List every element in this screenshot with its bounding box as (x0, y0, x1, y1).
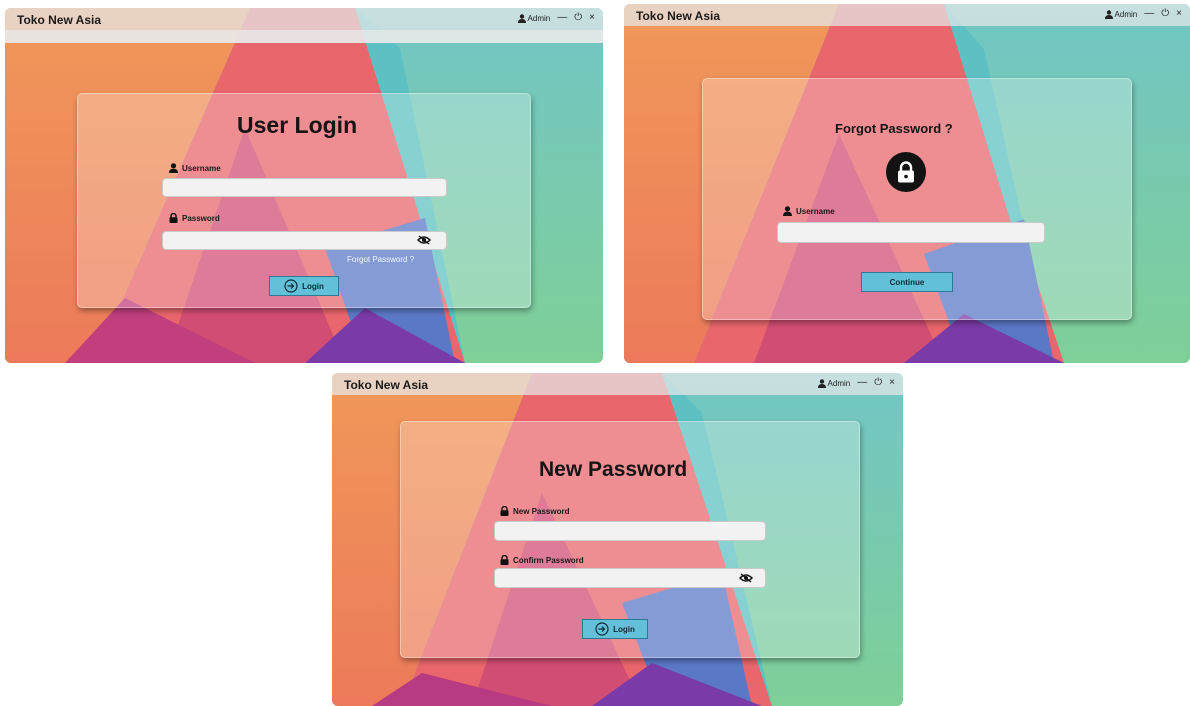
username-input[interactable] (777, 222, 1045, 243)
username-label-text: Username (796, 206, 835, 216)
admin-label: Admin (1114, 9, 1138, 19)
username-label: Username (169, 163, 221, 173)
continue-button-label: Continue (889, 277, 925, 287)
app-title: Toko New Asia (17, 13, 102, 27)
password-input[interactable] (162, 231, 447, 250)
power-icon[interactable]: ⏻ (1161, 9, 1169, 19)
admin-menu[interactable]: Admin (817, 378, 851, 388)
username-label: Username (783, 206, 835, 216)
power-icon[interactable]: ⏻ (874, 378, 882, 388)
user-icon (517, 13, 526, 23)
eye-slash-icon[interactable] (417, 235, 431, 245)
continue-button[interactable]: Continue (861, 272, 953, 292)
power-icon[interactable]: ⏻ (574, 13, 582, 23)
app-title: Toko New Asia (636, 9, 721, 23)
page-title: User Login (237, 112, 358, 138)
new-password-label-text: New Password (513, 506, 570, 516)
admin-menu[interactable]: Admin (1104, 9, 1138, 19)
minimize-icon[interactable]: — (857, 378, 867, 388)
window-controls: Admin — ⏻ × (817, 378, 895, 388)
app-title: Toko New Asia (344, 378, 429, 392)
user-icon (783, 206, 792, 216)
close-icon[interactable]: × (589, 13, 595, 23)
new-password-window: Toko New Asia Admin — ⏻ × New Password N… (332, 373, 903, 706)
menu-strip (5, 30, 603, 43)
admin-menu[interactable]: Admin (517, 13, 551, 23)
close-icon[interactable]: × (889, 378, 895, 388)
login-arrow-icon (595, 622, 609, 636)
window-controls: Admin — ⏻ × (1104, 9, 1182, 19)
title-bar: Toko New Asia Admin — ⏻ × (5, 8, 603, 30)
login-button-label: Login (302, 281, 324, 291)
user-icon (817, 378, 826, 388)
minimize-icon[interactable]: — (1144, 9, 1154, 19)
forgot-password-link[interactable]: Forgot Password ? (347, 255, 414, 264)
username-label-text: Username (182, 163, 221, 173)
lock-icon (898, 161, 914, 183)
password-label-text: Password (182, 213, 220, 223)
user-icon (1104, 9, 1113, 19)
confirm-password-label: Confirm Password (500, 555, 584, 565)
admin-label: Admin (827, 378, 851, 388)
close-icon[interactable]: × (1176, 9, 1182, 19)
lock-icon (169, 213, 178, 223)
login-button[interactable]: Login (269, 276, 339, 296)
new-password-label: New Password (500, 506, 569, 516)
minimize-icon[interactable]: — (557, 13, 567, 23)
confirm-password-label-text: Confirm Password (513, 555, 584, 565)
confirm-password-input[interactable] (494, 568, 766, 588)
lock-badge (886, 152, 926, 192)
user-icon (169, 163, 178, 173)
title-bar: Toko New Asia Admin — ⏻ × (624, 4, 1190, 26)
username-input[interactable] (162, 178, 447, 197)
admin-label: Admin (527, 13, 551, 23)
page-title: Forgot Password ? (835, 121, 953, 136)
window-controls: Admin — ⏻ × (517, 13, 595, 23)
new-password-input[interactable] (494, 521, 766, 541)
eye-slash-icon[interactable] (739, 573, 753, 583)
login-window: Toko New Asia Admin — ⏻ × User Login Use… (5, 8, 603, 363)
forgot-password-window: Toko New Asia Admin — ⏻ × Forgot Passwor… (624, 4, 1190, 363)
lock-icon (500, 506, 509, 516)
lock-icon (500, 555, 509, 565)
page-title: New Password (539, 458, 688, 481)
login-button-label: Login (613, 624, 635, 634)
login-arrow-icon (284, 279, 298, 293)
password-label: Password (169, 213, 220, 223)
login-button[interactable]: Login (582, 619, 648, 639)
title-bar: Toko New Asia Admin — ⏻ × (332, 373, 903, 395)
